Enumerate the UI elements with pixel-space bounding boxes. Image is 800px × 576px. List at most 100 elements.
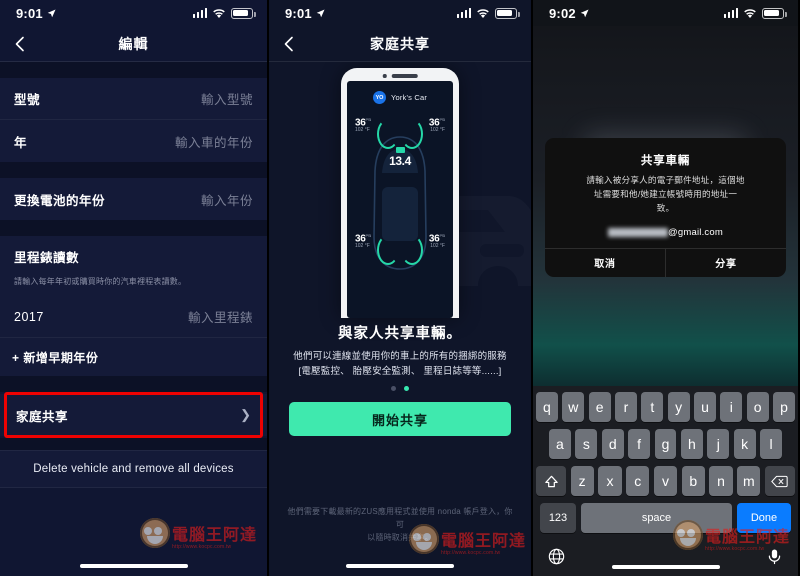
panel-share-dialog: 9:02 共享車輛 請輸入被分享人的電子郵件地址，這個地 址需要和他/她建立帳號… (533, 0, 798, 576)
key-t[interactable]: t (641, 392, 664, 422)
page-title: 編輯 (118, 35, 149, 52)
done-key[interactable]: Done (737, 503, 791, 533)
key-a[interactable]: a (549, 429, 571, 459)
alert-content: 共享車輛 請輸入被分享人的電子郵件地址，這個地 址需要和他/她建立帳號時用的地址… (545, 138, 786, 248)
key-r[interactable]: r (615, 392, 637, 422)
mileage-note: 請輸入每年年初或購買時你的汽車裡程表讀數。 (0, 271, 267, 297)
phone-notch (382, 74, 418, 78)
family-share-row[interactable]: 家庭共享 ❯ (0, 394, 267, 437)
shift-up-icon[interactable] (536, 466, 567, 496)
backspace-icon[interactable] (764, 466, 795, 496)
key-m[interactable]: m (737, 466, 761, 496)
family-share-highlight-wrapper: 家庭共享 ❯ (0, 392, 267, 439)
key-n[interactable]: n (709, 466, 733, 496)
row-model[interactable]: 型號 輸入型號 (0, 78, 267, 120)
tire-fl-temp: 102 °F (355, 127, 370, 134)
key-q[interactable]: q (536, 392, 558, 422)
key-j[interactable]: j (707, 429, 730, 459)
location-arrow-icon (47, 8, 56, 17)
key-g[interactable]: g (654, 429, 677, 459)
battery-badge-icon (395, 147, 405, 153)
key-u[interactable]: u (694, 392, 716, 422)
page-title-middle: 家庭共享 (370, 35, 430, 52)
row-model-value: 輸入型號 (200, 93, 253, 107)
microphone-icon[interactable] (766, 548, 783, 565)
mileage-title: 里程錶讀數 (14, 251, 80, 265)
alert-message-line2: 址需要和他/她建立帳號時用的地址一 (593, 188, 738, 199)
phone-speaker-icon (391, 74, 418, 78)
key-x[interactable]: x (598, 466, 622, 496)
phone-screen-header: YO York's Car (347, 81, 453, 104)
key-b[interactable]: b (681, 466, 705, 496)
email-field[interactable]: @gmail.com (558, 227, 773, 238)
wifi-icon (477, 8, 489, 18)
start-sharing-button[interactable]: 開始共享 (289, 402, 511, 436)
wifi-icon (213, 8, 225, 18)
share-dialog-body: 共享車輛 請輸入被分享人的電子郵件地址，這個地 址需要和他/她建立帳號時用的地址… (533, 26, 798, 576)
share-footer-line2: 以隨時取消共享。 (367, 532, 433, 542)
keyboard-row-3: z x c v b n m (536, 466, 795, 496)
key-k[interactable]: k (733, 429, 756, 459)
vehicle-form-list: 型號 輸入型號 年 輸入車的年份 (0, 78, 267, 162)
numbers-key[interactable]: 123 (540, 503, 576, 533)
row-mileage-2017[interactable]: 2017 輸入里程錶 (0, 296, 267, 339)
page-dot-2-active[interactable] (404, 386, 409, 391)
globe-icon[interactable] (548, 548, 565, 565)
share-button[interactable]: 分享 (665, 248, 786, 277)
key-p[interactable]: p (773, 392, 795, 422)
key-f[interactable]: f (628, 429, 651, 459)
key-z[interactable]: z (570, 466, 594, 496)
row-year[interactable]: 年 輸入車的年份 (0, 120, 267, 162)
start-sharing-label: 開始共享 (371, 412, 428, 428)
mileage-header: 里程錶讀數 (0, 236, 267, 271)
tire-rr-temp: 102 °F (430, 243, 445, 250)
panel-family-share-intro: 9:01 家庭共享 YO York's Car 36PSI 102 °F 36P… (267, 0, 533, 576)
location-arrow-icon (316, 8, 325, 17)
space-key[interactable]: space (581, 503, 732, 533)
phone-camera-icon (382, 74, 387, 78)
share-subtext-line1: 他們可以連線並使用你的車上的所有的捆綁的服務 (293, 351, 507, 362)
chevron-left-icon[interactable] (280, 35, 298, 53)
row-battery-year-label: 更換電池的年份 (14, 193, 106, 208)
delete-vehicle-button[interactable]: Delete vehicle and remove all devices (0, 450, 267, 489)
add-earlier-year-button[interactable]: + 新增早期年份 (0, 338, 267, 377)
watermark-text: 電腦王阿達 (172, 525, 258, 544)
key-h[interactable]: h (680, 429, 703, 459)
redacted-email-block (608, 227, 669, 237)
panel-edit-vehicle: 9:01 編輯 型號 輸入型號 年 輸入車的年份 更換電池的年份 輸入年份 里程… (0, 0, 267, 576)
alert-message: 請輸入被分享人的電子郵件地址，這個地 址需要和他/她建立帳號時用的地址一 致。 (558, 174, 773, 216)
key-s[interactable]: s (575, 429, 598, 459)
wifi-icon (744, 8, 756, 18)
home-indicator-middle (346, 564, 454, 568)
delete-vehicle-label: Delete vehicle and remove all devices (33, 463, 234, 476)
key-i[interactable]: i (720, 392, 743, 422)
watermark-url: http://www.kocpc.com.tw (172, 544, 232, 550)
key-e[interactable]: e (588, 392, 611, 422)
cancel-label: 取消 (594, 259, 616, 271)
share-footer-line1: 他們需要下載最新的ZUS應用程式並使用 nonda 帳戶登入，你可 (287, 507, 513, 529)
status-indicators-middle (456, 7, 520, 19)
tire-fl-gauge-arc (377, 119, 399, 149)
status-indicators-right (723, 7, 787, 19)
status-time-group-middle: 9:01 (285, 6, 325, 21)
tire-front-left: 36PSI 102 °F (355, 117, 371, 133)
cancel-button[interactable]: 取消 (545, 249, 665, 277)
key-w[interactable]: w (562, 392, 585, 422)
tire-rr-psi-unit: PSI (439, 233, 445, 238)
watermark-face-icon (140, 518, 170, 548)
key-c[interactable]: c (626, 466, 650, 496)
key-l[interactable]: l (760, 429, 783, 459)
chevron-left-icon[interactable] (11, 35, 29, 53)
key-y[interactable]: y (667, 392, 690, 422)
page-dot-1[interactable] (391, 386, 396, 391)
alert-message-line3: 致。 (656, 202, 675, 213)
row-year-label: 年 (14, 135, 28, 150)
key-o[interactable]: o (746, 392, 769, 422)
keyboard-row-1: q w e r t y u i o p (536, 392, 795, 422)
status-time-right: 9:02 (549, 5, 576, 21)
alert-title: 共享車輛 (640, 155, 691, 167)
key-d[interactable]: d (601, 429, 624, 459)
key-v[interactable]: v (653, 466, 678, 496)
status-bar-middle: 9:01 (269, 0, 531, 26)
row-battery-year[interactable]: 更換電池的年份 輸入年份 (0, 178, 267, 220)
